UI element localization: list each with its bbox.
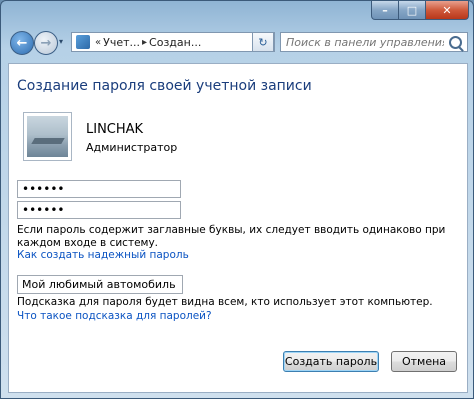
back-button[interactable]: ← [10,31,34,55]
breadcrumb-item-create[interactable]: Создан... [149,36,201,49]
control-panel-icon [76,35,90,49]
page-title: Создание пароля своей учетной записи [17,78,312,94]
forward-button[interactable]: → [34,31,58,55]
maximize-button[interactable]: □ [399,1,426,20]
jet-plane-picture [27,116,68,157]
minimize-button[interactable]: – [371,1,399,20]
confirm-password-field[interactable] [17,201,181,219]
address-bar[interactable]: « Учет... ▸ Создан... ▾ [71,32,275,52]
strong-password-link[interactable]: Как создать надежный пароль [17,249,189,261]
search-box[interactable] [280,32,468,52]
user-name: LINCHAK [86,122,144,137]
new-password-field[interactable] [17,180,181,198]
breadcrumb-overflow-icon[interactable]: « [93,37,103,48]
password-hint-field[interactable] [17,275,183,294]
refresh-button[interactable]: ↻ [252,32,274,52]
user-role: Администратор [86,141,178,154]
title-bar: – □ ✕ [1,1,474,21]
search-input[interactable] [286,35,444,49]
cancel-button[interactable]: Отмена [391,351,457,372]
create-password-button[interactable]: Создать пароль [283,351,379,372]
hint-visibility-note: Подсказка для пароля будет видна всем, к… [17,296,433,308]
case-sensitivity-note: Если пароль содержит заглавные буквы, их… [17,224,446,249]
control-panel-window: – □ ✕ ← → ▾ « Учет... ▸ Создан... ▾ ↻ Со… [0,0,474,399]
content-pane: Создание пароля своей учетной записи LIN… [8,63,468,393]
recent-pages-dropdown-icon[interactable]: ▾ [59,37,63,46]
close-button[interactable]: ✕ [426,1,469,20]
breadcrumb-separator-icon[interactable]: ▸ [140,37,149,48]
hint-help-link[interactable]: Что такое подсказка для паролей? [17,310,212,322]
caption-buttons: – □ ✕ [371,1,469,20]
breadcrumb-item-accounts[interactable]: Учет... [103,36,140,49]
search-icon[interactable] [449,36,462,49]
user-avatar [23,112,72,161]
navigation-bar: ← → ▾ « Учет... ▸ Создан... ▾ ↻ [1,23,474,63]
